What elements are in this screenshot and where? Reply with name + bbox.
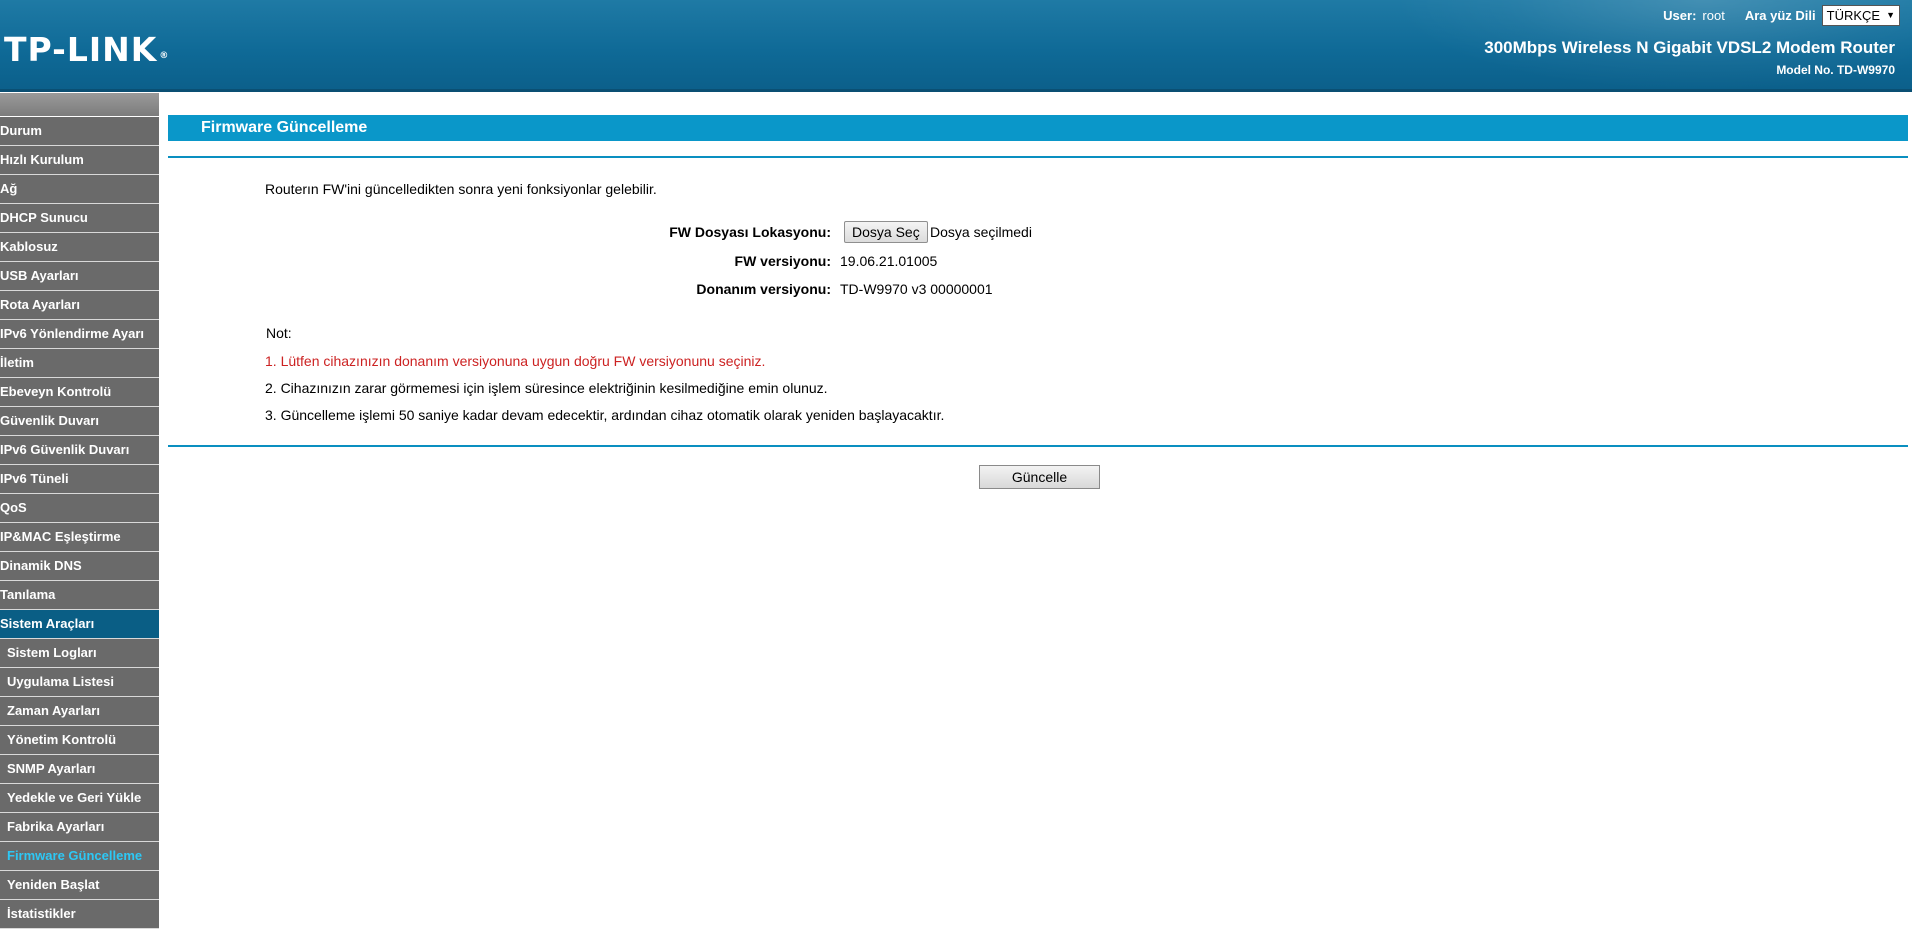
sidebar-item-durum[interactable]: Durum <box>0 117 159 146</box>
sidebar-item-hizli-kurulum[interactable]: Hızlı Kurulum <box>0 146 159 175</box>
dropdown-arrow-icon: ▼ <box>1886 9 1895 20</box>
sidebar-item-ebeveyn-kontrolu[interactable]: Ebeveyn Kontrolü <box>0 378 159 407</box>
sidebar-subitem-yedekle-geri-yukle[interactable]: Yedekle ve Geri Yükle <box>0 784 159 813</box>
no-file-chosen-text: Dosya seçilmedi <box>930 224 1032 240</box>
hw-version-value: TD-W9970 v3 00000001 <box>840 281 993 297</box>
model-number: Model No. TD-W9970 <box>1776 63 1895 77</box>
user-area: User: root Ara yüz Dili TÜRKÇE ▼ <box>1663 4 1900 26</box>
header-divider <box>0 89 1912 92</box>
sidebar-subitem-firmware-guncelleme[interactable]: Firmware Güncelleme <box>0 842 159 871</box>
sidebar-item-usb-ayarlari[interactable]: USB Ayarları <box>0 262 159 291</box>
divider <box>168 156 1908 158</box>
sidebar-item-dhcp-sunucu[interactable]: DHCP Sunucu <box>0 204 159 233</box>
divider <box>168 445 1908 447</box>
sidebar-subitem-snmp-ayarlari[interactable]: SNMP Ayarları <box>0 755 159 784</box>
fw-version-value: 19.06.21.01005 <box>840 253 938 269</box>
fw-version-label: FW versiyonu: <box>734 253 831 269</box>
fw-file-location-label: FW Dosyası Lokasyonu: <box>669 224 831 240</box>
sidebar-item-sistem-araclari[interactable]: Sistem Araçları <box>0 610 159 639</box>
sidebar-top-bar <box>0 93 159 117</box>
note-item: 1. Lütfen cihazınızın donanım versiyonun… <box>265 353 766 369</box>
sidebar-item-kablosuz[interactable]: Kablosuz <box>0 233 159 262</box>
page-title: Firmware Güncelleme <box>201 119 368 136</box>
choose-file-button[interactable]: Dosya Seç <box>844 221 928 243</box>
note-item: 3. Güncelleme işlemi 50 saniye kadar dev… <box>265 407 945 423</box>
language-select[interactable]: TÜRKÇE ▼ <box>1821 4 1900 26</box>
sidebar-item-dinamik-dns[interactable]: Dinamik DNS <box>0 552 159 581</box>
tp-link-logo: TP-LINK ® <box>4 30 170 69</box>
sidebar-item-guvenlik-duvari[interactable]: Güvenlik Duvarı <box>0 407 159 436</box>
sidebar-item-ipv6-tuneli[interactable]: IPv6 Tüneli <box>0 465 159 494</box>
sidebar-subitem-zaman-ayarlari[interactable]: Zaman Ayarları <box>0 697 159 726</box>
sidebar-subitem-fabrika-ayarlari[interactable]: Fabrika Ayarları <box>0 813 159 842</box>
sidebar-item-rota-ayarlari[interactable]: Rota Ayarları <box>0 291 159 320</box>
sidebar-item-ipv6-guvenlik-duvari[interactable]: IPv6 Güvenlik Duvarı <box>0 436 159 465</box>
note-title: Not: <box>266 325 292 341</box>
sidebar-item-ipv6-yonlendirme[interactable]: IPv6 Yönlendirme Ayarı <box>0 320 159 349</box>
sidebar-subitem-istatistikler[interactable]: İstatistikler <box>0 900 159 929</box>
note-item: 2. Cihazınızın zarar görmemesi için işle… <box>265 380 828 396</box>
hw-version-label: Donanım versiyonu: <box>696 281 831 297</box>
page-title-bar: Firmware Güncelleme <box>168 115 1908 141</box>
user-name: root <box>1702 7 1725 23</box>
sidebar-item-qos[interactable]: QoS <box>0 494 159 523</box>
product-name: 300Mbps Wireless N Gigabit VDSL2 Modem R… <box>1484 38 1895 57</box>
main-content: Firmware Güncelleme Routerın FW'ini günc… <box>168 93 1908 948</box>
update-button[interactable]: Güncelle <box>979 465 1100 489</box>
sidebar-subitem-yeniden-baslat[interactable]: Yeniden Başlat <box>0 871 159 900</box>
sidebar-item-ag[interactable]: Ağ <box>0 175 159 204</box>
sidebar-item-ip-mac-esles[interactable]: IP&MAC Eşleştirme <box>0 523 159 552</box>
sidebar-item-iletim[interactable]: İletim <box>0 349 159 378</box>
sidebar-subitem-sistem-loglari[interactable]: Sistem Logları <box>0 639 159 668</box>
language-selected-value: TÜRKÇE <box>1826 7 1881 23</box>
sidebar-item-tanilama[interactable]: Tanılama <box>0 581 159 610</box>
sidebar-subitem-uygulama-listesi[interactable]: Uygulama Listesi <box>0 668 159 697</box>
sidebar-subitem-yonetim-kontrolu[interactable]: Yönetim Kontrolü <box>0 726 159 755</box>
language-label: Ara yüz Dili <box>1744 7 1816 23</box>
sidebar-menu: Durum Hızlı Kurulum Ağ DHCP Sunucu Kablo… <box>0 93 159 948</box>
user-label: User: <box>1663 7 1697 23</box>
header: TP-LINK ® User: root Ara yüz Dili TÜRKÇE … <box>0 0 1912 92</box>
intro-text: Routerın FW'ini güncelledikten sonra yen… <box>265 181 657 197</box>
